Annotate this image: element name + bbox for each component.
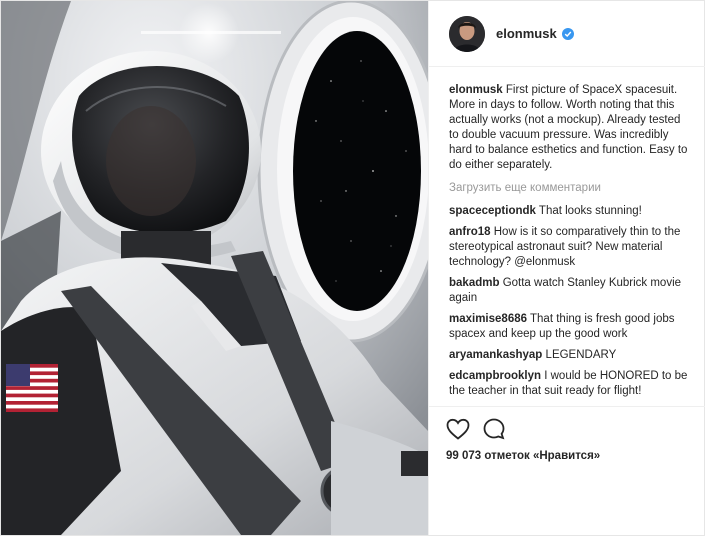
post-actions: 99 073 отметок «Нравится» <box>429 406 705 462</box>
comment-username[interactable]: bakadmb <box>449 277 500 289</box>
comment-username[interactable]: anfro18 <box>449 226 491 238</box>
comment-item: edcampbrooklyn I would be HONORED to be … <box>449 369 691 399</box>
spacesuit-photo <box>1 1 428 535</box>
comment-icon <box>483 418 505 440</box>
comment-item: bakadmb Gotta watch Stanley Kubrick movi… <box>449 276 691 306</box>
header-username[interactable]: elonmusk <box>496 26 557 41</box>
comment-item: anfro18 How is it so comparatively thin … <box>449 225 691 270</box>
comment-button[interactable] <box>482 417 506 441</box>
likes-count[interactable]: 99 073 отметок «Нравится» <box>446 450 689 462</box>
action-icons <box>446 416 689 442</box>
comment-item: aryamankashyap LEGENDARY <box>449 348 691 363</box>
load-more-comments-link[interactable]: Загрузить еще комментарии <box>449 181 691 196</box>
post-caption: elonmusk First picture of SpaceX spacesu… <box>449 83 691 173</box>
verified-badge-icon <box>561 27 574 40</box>
instagram-post: elonmusk elonmusk First picture of Space… <box>0 0 705 536</box>
comment-text: LEGENDARY <box>545 349 617 361</box>
comment-username[interactable]: edcampbrooklyn <box>449 370 541 382</box>
caption-text: First picture of SpaceX spacesuit. More … <box>449 84 688 171</box>
comment-username[interactable]: maximise8686 <box>449 313 527 325</box>
like-button[interactable] <box>446 417 470 441</box>
avatar-image <box>449 15 485 52</box>
comment-item: maximise8686 That thing is fresh good jo… <box>449 312 691 342</box>
comment-username[interactable]: aryamankashyap <box>449 349 542 361</box>
avatar[interactable] <box>449 15 485 52</box>
post-header: elonmusk <box>429 1 705 67</box>
heart-icon <box>446 418 470 440</box>
caption-username[interactable]: elonmusk <box>449 84 503 96</box>
comment-username[interactable]: spaceceptiondk <box>449 205 536 217</box>
comment-text: That looks stunning! <box>538 205 642 217</box>
us-flag-patch <box>6 364 58 412</box>
comments-list[interactable]: elonmusk First picture of SpaceX spacesu… <box>449 83 691 403</box>
comment-item: spaceceptiondk That looks stunning! <box>449 204 691 219</box>
post-photo[interactable] <box>1 1 428 535</box>
post-sidebar: elonmusk elonmusk First picture of Space… <box>428 1 705 535</box>
